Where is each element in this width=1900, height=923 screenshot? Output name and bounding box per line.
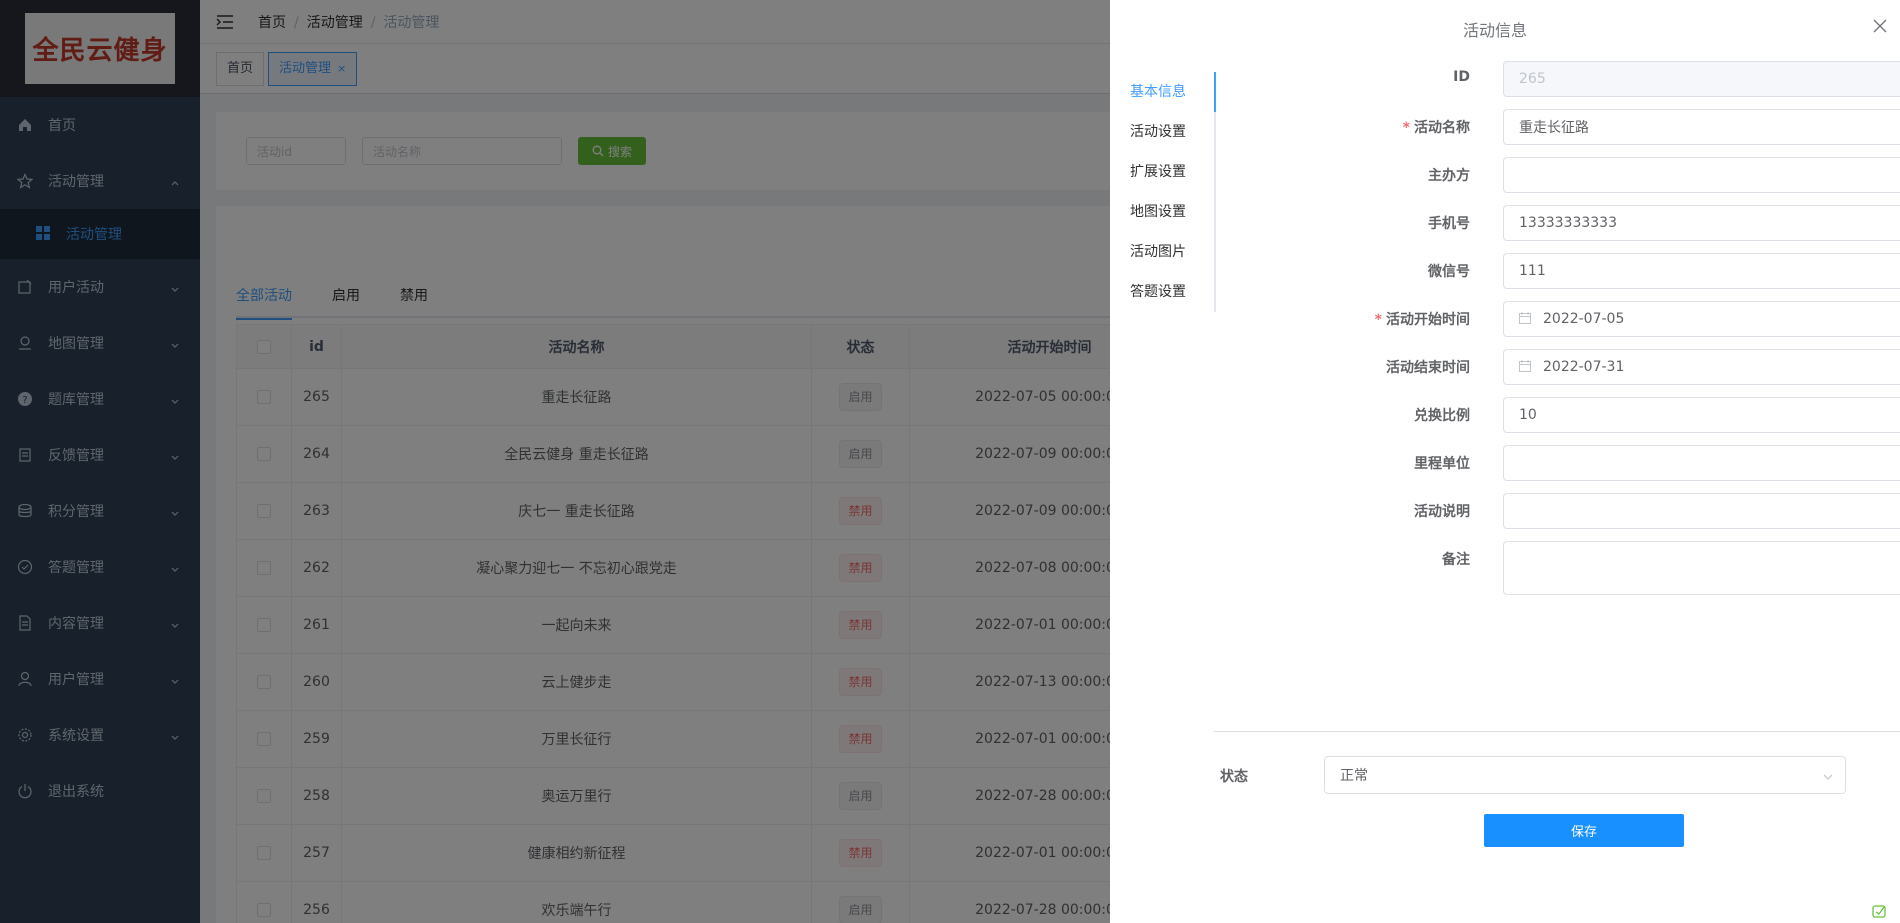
anchor-map-settings[interactable]: 地图设置 <box>1130 192 1214 232</box>
status-select[interactable]: 正常 <box>1324 756 1846 794</box>
field-label: * 活动名称 <box>1225 117 1470 137</box>
field-label-text: 微信号 <box>1428 264 1470 280</box>
field-label: 主办方 <box>1225 165 1470 185</box>
field-value: 13333333333 <box>1519 215 1617 231</box>
field-label: 兑换比例 <box>1225 405 1470 425</box>
field-label: ID <box>1225 69 1470 85</box>
field-label-text: 手机号 <box>1428 216 1470 232</box>
status-label: 状态 <box>1220 769 1248 785</box>
anchor-nav: 基本信息 活动设置 扩展设置 地图设置 活动图片 答题设置 <box>1130 72 1216 312</box>
field-label: 手机号 <box>1225 213 1470 233</box>
anchor-basic-info[interactable]: 基本信息 <box>1130 72 1216 112</box>
field-label: 里程单位 <box>1225 453 1470 473</box>
field-value: 111 <box>1519 263 1546 279</box>
anchor-activity-images[interactable]: 活动图片 <box>1130 232 1214 272</box>
field-label: 活动说明 <box>1225 501 1470 521</box>
field-label-text: 兑换比例 <box>1414 408 1470 424</box>
chevron-down-icon <box>1823 770 1833 780</box>
field-value: 2022-07-31 <box>1543 359 1625 375</box>
activity-drawer: 活动信息 基本信息 活动设置 扩展设置 地图设置 活动图片 答题设置 ID 265… <box>1110 0 1900 923</box>
status-select-value: 正常 <box>1340 768 1368 784</box>
field-input: 265 <box>1503 61 1900 97</box>
field-label-text: 活动名称 <box>1414 120 1470 136</box>
field-input[interactable]: 2022-07-31 <box>1503 349 1900 385</box>
field-input[interactable] <box>1503 445 1900 481</box>
field-label: 微信号 <box>1225 261 1470 281</box>
field-label-text: 里程单位 <box>1414 456 1470 472</box>
field-label-text: 活动开始时间 <box>1386 312 1470 328</box>
calendar-icon <box>1519 312 1533 326</box>
field-value: 重走长征路 <box>1519 120 1589 136</box>
field-label: 备注 <box>1225 549 1470 569</box>
field-input[interactable] <box>1503 157 1900 193</box>
field-value: 2022-07-05 <box>1543 311 1625 327</box>
field-input[interactable]: 13333333333 <box>1503 205 1900 241</box>
field-input[interactable]: 2022-07-05 <box>1503 301 1900 337</box>
field-label: * 活动开始时间 <box>1225 309 1470 329</box>
field-label: 活动结束时间 <box>1225 357 1470 377</box>
field-label-text: 备注 <box>1442 552 1470 568</box>
modal-overlay[interactable] <box>0 0 1110 923</box>
field-input[interactable]: 111 <box>1503 253 1900 289</box>
required-mark: * <box>1402 120 1410 136</box>
widget-icon[interactable] <box>1872 903 1888 919</box>
field-label-text: 活动结束时间 <box>1386 360 1470 376</box>
field-label-text: ID <box>1453 69 1470 85</box>
form-divider <box>1214 731 1900 732</box>
field-input[interactable] <box>1503 493 1900 529</box>
field-input[interactable]: 重走长征路 <box>1503 109 1900 145</box>
save-button[interactable]: 保存 <box>1484 814 1684 847</box>
close-icon[interactable] <box>1872 18 1888 34</box>
required-mark: * <box>1374 312 1382 328</box>
field-value: 265 <box>1519 71 1546 87</box>
field-input[interactable] <box>1503 541 1900 595</box>
drawer-title: 活动信息 <box>1462 21 1527 40</box>
anchor-extended-settings[interactable]: 扩展设置 <box>1130 152 1214 192</box>
calendar-icon <box>1519 360 1533 374</box>
field-input[interactable]: 10 <box>1503 397 1900 433</box>
field-value: 10 <box>1519 407 1537 423</box>
anchor-quiz-settings[interactable]: 答题设置 <box>1130 272 1214 312</box>
field-label-text: 活动说明 <box>1414 504 1470 520</box>
anchor-activity-settings[interactable]: 活动设置 <box>1130 112 1214 152</box>
field-label-text: 主办方 <box>1428 168 1470 184</box>
